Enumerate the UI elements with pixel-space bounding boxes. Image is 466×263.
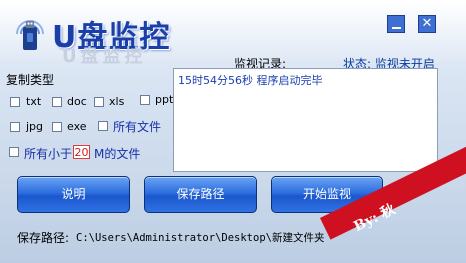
checkbox-all-files-label: 所有文件: [113, 120, 162, 134]
checkbox-exe[interactable]: [52, 122, 62, 132]
checkbox-txt-label: txt: [26, 95, 42, 108]
minimize-button[interactable]: [387, 15, 405, 33]
checkbox-ppt[interactable]: [140, 95, 150, 105]
checkbox-doc[interactable]: [52, 97, 62, 107]
checkbox-xls-label: xls: [109, 95, 125, 108]
minimize-icon: [391, 27, 401, 29]
save-path-label: 保存路径:: [17, 231, 70, 245]
monitor-log[interactable]: 15时54分56秒 程序启动完毕: [173, 68, 438, 172]
size-filter-suffix: M的文件: [94, 147, 141, 161]
save-path-value: C:\Users\Administrator\Desktop\新建文件夹: [76, 232, 325, 244]
checkbox-size-filter[interactable]: [9, 147, 19, 157]
checkbox-jpg[interactable]: [10, 122, 20, 132]
close-button[interactable]: ✕: [418, 15, 436, 33]
app-title-reflection: U盘监控: [62, 46, 147, 67]
checkbox-ppt-label: ppt: [155, 93, 174, 106]
checkbox-all-files[interactable]: [98, 121, 108, 131]
help-button[interactable]: 说明: [17, 176, 130, 213]
checkbox-xls[interactable]: [94, 97, 104, 107]
log-entry: 15时54分56秒 程序启动完毕: [178, 74, 323, 87]
size-filter-prefix: 所有小于: [24, 147, 73, 161]
checkbox-doc-label: doc: [67, 95, 87, 108]
app-window: U盘监控 U盘监控 ✕ 监视记录: 状态: 监视未开启 复制类型 txt doc…: [0, 0, 466, 263]
size-limit-input[interactable]: [73, 145, 90, 159]
usb-drive-icon: [16, 20, 44, 50]
checkbox-exe-label: exe: [67, 120, 87, 133]
save-path-button[interactable]: 保存路径: [144, 176, 257, 213]
checkbox-jpg-label: jpg: [26, 120, 44, 133]
copy-types-heading: 复制类型: [6, 73, 55, 87]
checkbox-txt[interactable]: [10, 97, 20, 107]
